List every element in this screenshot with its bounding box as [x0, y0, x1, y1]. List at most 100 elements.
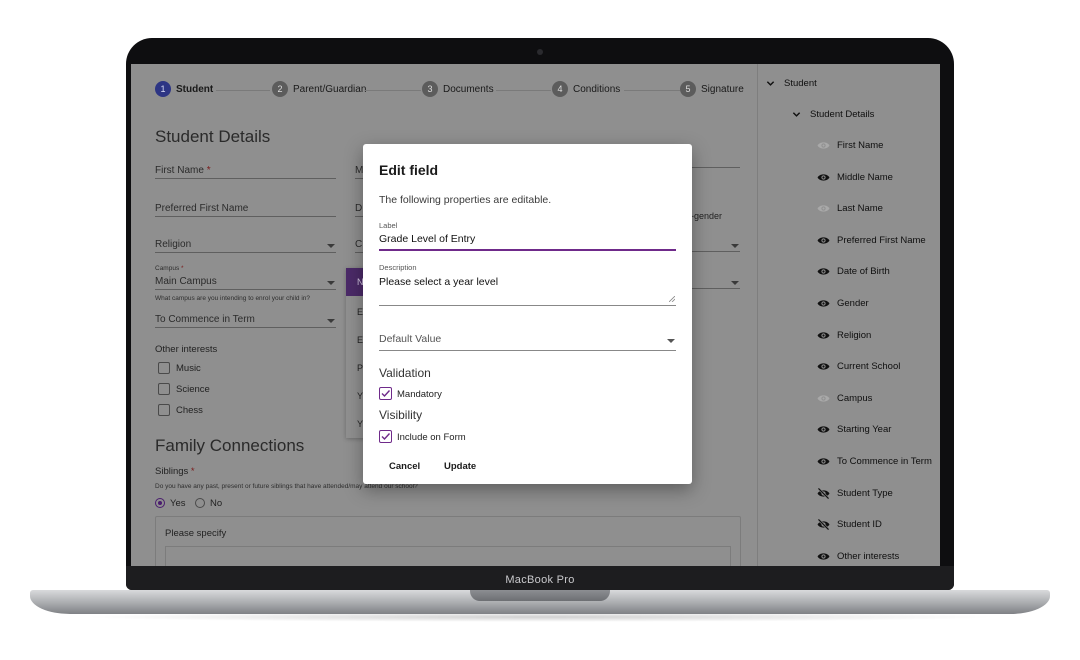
default-value-select[interactable]: Default Value	[379, 333, 676, 345]
screen: 1 Student 2 Parent/Guardian 3 Documents …	[131, 64, 940, 566]
tree-field-item[interactable]: Student Type	[816, 487, 893, 499]
specify-input[interactable]	[165, 546, 731, 566]
chevron-down-icon	[731, 281, 739, 285]
mandatory-checkbox[interactable]	[379, 387, 392, 400]
include-on-form-checkbox[interactable]	[379, 430, 392, 443]
tree-field-item[interactable]: Middle Name	[816, 172, 893, 183]
eye-icon[interactable]	[816, 298, 831, 309]
campus-help-text: What campus are you intending to enrol y…	[155, 295, 311, 302]
step-documents[interactable]: 3 Documents	[422, 81, 494, 97]
eye-off-icon[interactable]	[816, 487, 831, 499]
step-label: Parent/Guardian	[293, 83, 367, 95]
required-mark: *	[181, 265, 184, 272]
include-on-form-label: Include on Form	[397, 432, 466, 443]
tree-field-item[interactable]: Date of Birth	[816, 266, 890, 277]
tree-field-label: First Name	[837, 140, 884, 151]
step-label: Student	[176, 83, 214, 95]
tree-node-student-details[interactable]: Student Details	[792, 109, 874, 120]
step-number: 2	[272, 81, 288, 97]
eye-icon[interactable]	[816, 393, 831, 404]
chess-label: Chess	[176, 405, 203, 416]
tree-field-item[interactable]: Other interests	[816, 551, 899, 562]
eye-icon[interactable]	[816, 361, 831, 372]
tree-field-item[interactable]: Gender	[816, 298, 869, 309]
label-input[interactable]: Grade Level of Entry	[379, 233, 676, 245]
eye-icon[interactable]	[816, 235, 831, 246]
update-button[interactable]: Update	[444, 461, 476, 472]
label-input-underline	[379, 249, 676, 251]
gender-option-peek: -gender	[691, 211, 723, 221]
eye-icon[interactable]	[816, 140, 831, 151]
tree-field-item[interactable]: Current School	[816, 361, 900, 372]
check-icon	[381, 390, 391, 398]
eye-icon[interactable]	[816, 551, 831, 562]
step-student[interactable]: 1 Student	[155, 81, 213, 97]
tree-field-label: Current School	[837, 361, 901, 373]
dialog-title: Edit field	[379, 162, 439, 178]
step-conditions[interactable]: 4 Conditions	[552, 81, 620, 97]
label-caption: Label	[379, 221, 398, 230]
tree-field-label: Last Name	[837, 203, 883, 215]
cancel-button[interactable]: Cancel	[389, 461, 420, 472]
chevron-down-icon	[327, 244, 335, 248]
chevron-down-icon	[766, 81, 775, 86]
tree-field-label: Starting Year	[837, 424, 892, 436]
music-checkbox[interactable]	[158, 362, 170, 374]
tree-field-label: Other interests	[837, 550, 900, 562]
chevron-down-icon	[731, 244, 739, 248]
eye-icon[interactable]	[816, 456, 831, 467]
please-specify-label: Please specify	[165, 528, 227, 539]
required-mark: *	[190, 466, 195, 477]
validation-heading: Validation	[379, 366, 431, 380]
section-title: Student Details	[155, 127, 271, 146]
step-signature[interactable]: 5 Signature	[680, 81, 744, 97]
step-label: Conditions	[573, 83, 621, 95]
preferred-first-name-field[interactable]: Preferred First Name	[155, 203, 336, 217]
description-textarea[interactable]: Please select a year level	[379, 276, 676, 288]
tree-field-label: Campus	[837, 392, 873, 404]
science-checkbox[interactable]	[158, 383, 170, 395]
middle-name-field[interactable]: M	[355, 165, 363, 179]
device-label: MacBook Pro	[505, 574, 575, 586]
chess-checkbox[interactable]	[158, 404, 170, 416]
commence-term-select[interactable]: To Commence in Term	[155, 314, 336, 328]
chevron-down-icon	[327, 319, 335, 323]
music-label: Music	[176, 363, 201, 374]
eye-icon[interactable]	[816, 172, 831, 183]
tree-field-label: Student ID	[837, 519, 882, 531]
campus-caption: Campus *	[155, 265, 184, 272]
siblings-no-radio[interactable]	[195, 498, 205, 508]
eye-icon[interactable]	[816, 330, 831, 341]
siblings-yes-radio[interactable]	[155, 498, 165, 508]
step-parent-guardian[interactable]: 2 Parent/Guardian	[272, 81, 366, 97]
tree-field-item[interactable]: Preferred First Name	[816, 235, 926, 246]
tree-field-item[interactable]: Religion	[816, 330, 871, 341]
date-of-birth-field[interactable]: D	[355, 203, 363, 217]
step-label: Signature	[701, 83, 744, 95]
tree-field-item[interactable]: Student ID	[816, 519, 882, 531]
step-connector	[365, 90, 421, 91]
religion-select[interactable]: Religion	[155, 239, 336, 253]
eye-icon[interactable]	[816, 424, 831, 435]
campus-select[interactable]: Main Campus	[155, 276, 336, 290]
required-mark: *	[206, 165, 211, 176]
science-label: Science	[176, 384, 210, 395]
resize-handle-icon[interactable]	[669, 296, 675, 302]
eye-icon[interactable]	[816, 266, 831, 277]
family-connections-title: Family Connections	[155, 436, 305, 455]
camera-icon	[537, 49, 543, 55]
tree-node-student[interactable]: Student	[766, 78, 817, 89]
eye-off-icon[interactable]	[816, 519, 831, 531]
tree-field-item[interactable]: Starting Year	[816, 424, 891, 435]
tree-field-item[interactable]: Campus	[816, 393, 872, 404]
eye-icon[interactable]	[816, 203, 831, 214]
tree-field-item[interactable]: To Commence in Term	[816, 456, 932, 467]
first-name-field[interactable]: First Name *	[155, 165, 336, 179]
tree-field-label: Student Type	[837, 487, 893, 499]
chevron-down-icon	[667, 339, 675, 343]
current-school-field[interactable]: C	[355, 239, 363, 253]
step-connector	[496, 90, 551, 91]
tree-field-item[interactable]: Last Name	[816, 203, 883, 214]
tree-field-label: Middle Name	[837, 171, 893, 183]
tree-field-item[interactable]: First Name	[816, 140, 883, 151]
